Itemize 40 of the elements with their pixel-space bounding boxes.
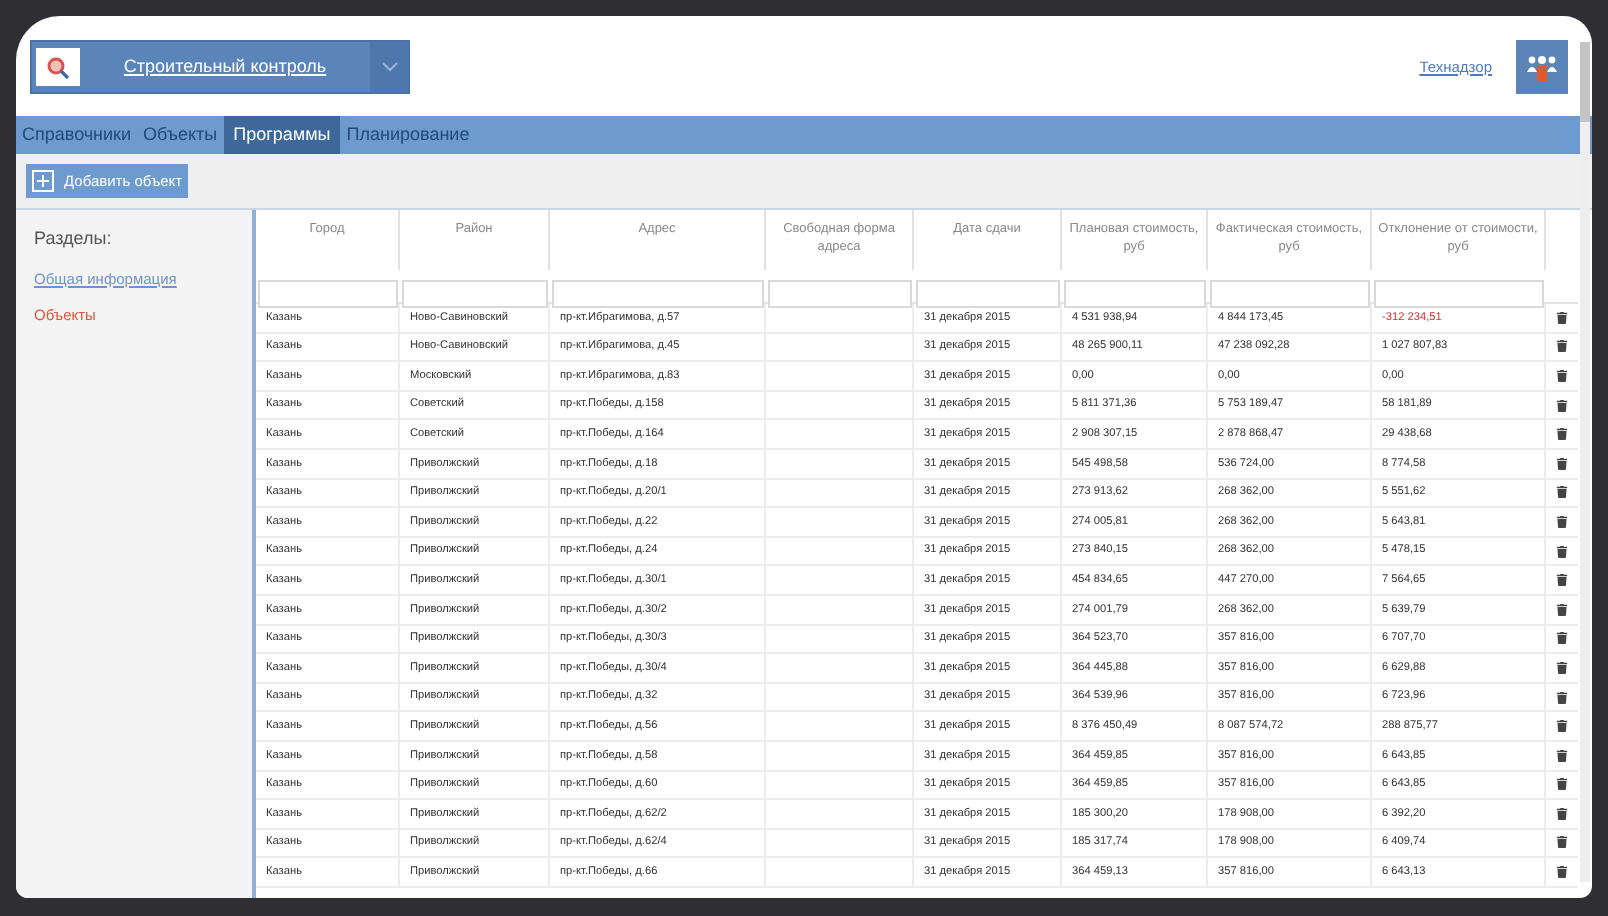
app-title: Строительный контроль: [121, 53, 329, 80]
delete-icon[interactable]: [1556, 866, 1568, 879]
filter-field[interactable]: [1210, 280, 1370, 308]
sidebar-title: Разделы:: [34, 226, 112, 252]
filter-field[interactable]: [1374, 280, 1544, 308]
delete-icon[interactable]: [1556, 603, 1568, 616]
nav-tab[interactable]: Планирование: [340, 116, 476, 154]
delete-icon[interactable]: [1556, 340, 1568, 353]
delete-icon[interactable]: [1556, 457, 1568, 470]
nav-tab[interactable]: Объекты: [137, 116, 224, 154]
chevron-down-icon: [381, 62, 397, 72]
users-icon: [1526, 53, 1558, 81]
user-avatar[interactable]: [1516, 40, 1568, 94]
filter-field[interactable]: [402, 280, 548, 308]
filter-field[interactable]: [916, 280, 1060, 308]
delete-icon[interactable]: [1556, 749, 1568, 762]
delete-icon[interactable]: [1556, 369, 1568, 382]
delete-icon[interactable]: [1556, 545, 1568, 558]
plus-icon: [32, 170, 54, 192]
nav-tab[interactable]: Справочники: [16, 116, 138, 154]
delete-icon[interactable]: [1556, 720, 1568, 733]
filter-field[interactable]: [258, 280, 398, 308]
filter-field[interactable]: [1064, 280, 1206, 308]
delete-icon[interactable]: [1556, 486, 1568, 499]
delete-icon[interactable]: [1556, 515, 1568, 528]
delete-icon[interactable]: [1556, 399, 1568, 412]
filter-field[interactable]: [552, 280, 764, 308]
delete-icon[interactable]: [1556, 836, 1568, 849]
delete-icon[interactable]: [1556, 428, 1568, 441]
search-icon: [46, 55, 70, 79]
delete-icon[interactable]: [1556, 778, 1568, 791]
delete-icon[interactable]: [1556, 661, 1568, 674]
delete-icon[interactable]: [1556, 574, 1568, 587]
app-switcher[interactable]: Строительный контроль: [30, 40, 410, 94]
filter-field[interactable]: [768, 280, 912, 308]
delete-icon[interactable]: [1556, 311, 1568, 324]
delete-icon[interactable]: [1556, 691, 1568, 704]
nav-tab[interactable]: Программы: [223, 116, 341, 154]
delete-icon[interactable]: [1556, 807, 1568, 820]
delete-icon[interactable]: [1556, 632, 1568, 645]
